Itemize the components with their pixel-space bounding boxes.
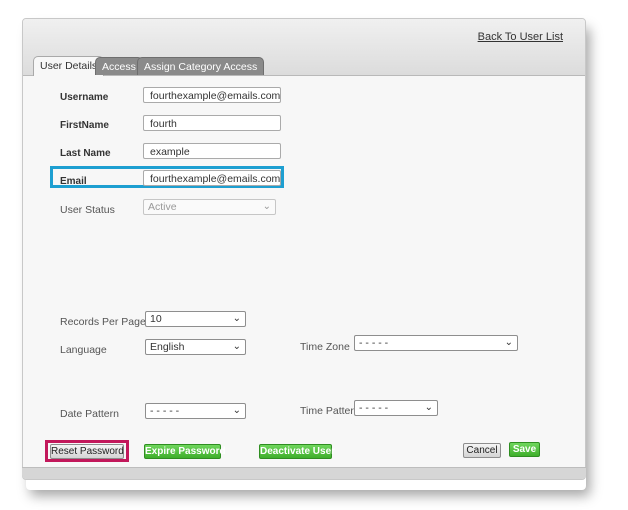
email-label: Email [60, 176, 87, 187]
lastname-field[interactable]: example [143, 143, 281, 159]
username-label: Username [60, 92, 109, 103]
panel-footer-bar [22, 467, 586, 479]
back-to-user-list-link[interactable]: Back To User List [478, 31, 563, 43]
deactivate-user-button[interactable]: Deactivate User [259, 444, 335, 459]
language-label: Language [60, 344, 107, 356]
records-per-page-select[interactable]: 10 ⌄ [145, 311, 246, 327]
tab-user-details[interactable]: User Details [33, 56, 105, 76]
username-field[interactable]: fourthexample@emails.com [143, 87, 281, 103]
chevron-down-icon: ⌄ [232, 405, 241, 416]
user-status-select: Active ⌄ [143, 199, 276, 215]
time-pattern-value: - - - - - [359, 402, 389, 414]
language-value: English [150, 341, 185, 353]
chevron-down-icon: ⌄ [262, 201, 271, 212]
chevron-down-icon: ⌄ [424, 402, 433, 413]
expire-password-button[interactable]: Expire Password [144, 444, 226, 459]
user-status-label: User Status [60, 204, 115, 216]
cancel-button[interactable]: Cancel [463, 443, 501, 458]
tab-access[interactable]: Access [95, 57, 143, 75]
time-pattern-select[interactable]: - - - - - ⌄ [354, 400, 438, 416]
lastname-label: Last Name [60, 148, 111, 159]
tab-assign-category-access[interactable]: Assign Category Access [137, 57, 265, 75]
time-zone-value: - - - - - [359, 337, 389, 349]
email-field[interactable]: fourthexample@emails.com [143, 170, 281, 186]
chevron-down-icon: ⌄ [504, 337, 513, 348]
chevron-down-icon: ⌄ [232, 313, 241, 324]
time-pattern-label: Time Pattern [300, 405, 360, 417]
reset-password-button[interactable]: Reset Password [50, 444, 124, 459]
time-zone-select[interactable]: - - - - - ⌄ [354, 335, 518, 351]
time-zone-label: Time Zone [300, 341, 350, 353]
save-button[interactable]: Save [509, 442, 540, 457]
records-per-page-label: Records Per Page [60, 316, 146, 328]
user-status-value: Active [148, 201, 177, 213]
panel-header: Back To User List User Details Access As… [23, 19, 585, 76]
chevron-down-icon: ⌄ [232, 341, 241, 352]
records-per-page-value: 10 [150, 313, 162, 325]
date-pattern-value: - - - - - [150, 405, 180, 417]
firstname-field[interactable]: fourth [143, 115, 281, 131]
date-pattern-select[interactable]: - - - - - ⌄ [145, 403, 246, 419]
firstname-label: FirstName [60, 120, 109, 131]
date-pattern-label: Date Pattern [60, 408, 119, 420]
language-select[interactable]: English ⌄ [145, 339, 246, 355]
